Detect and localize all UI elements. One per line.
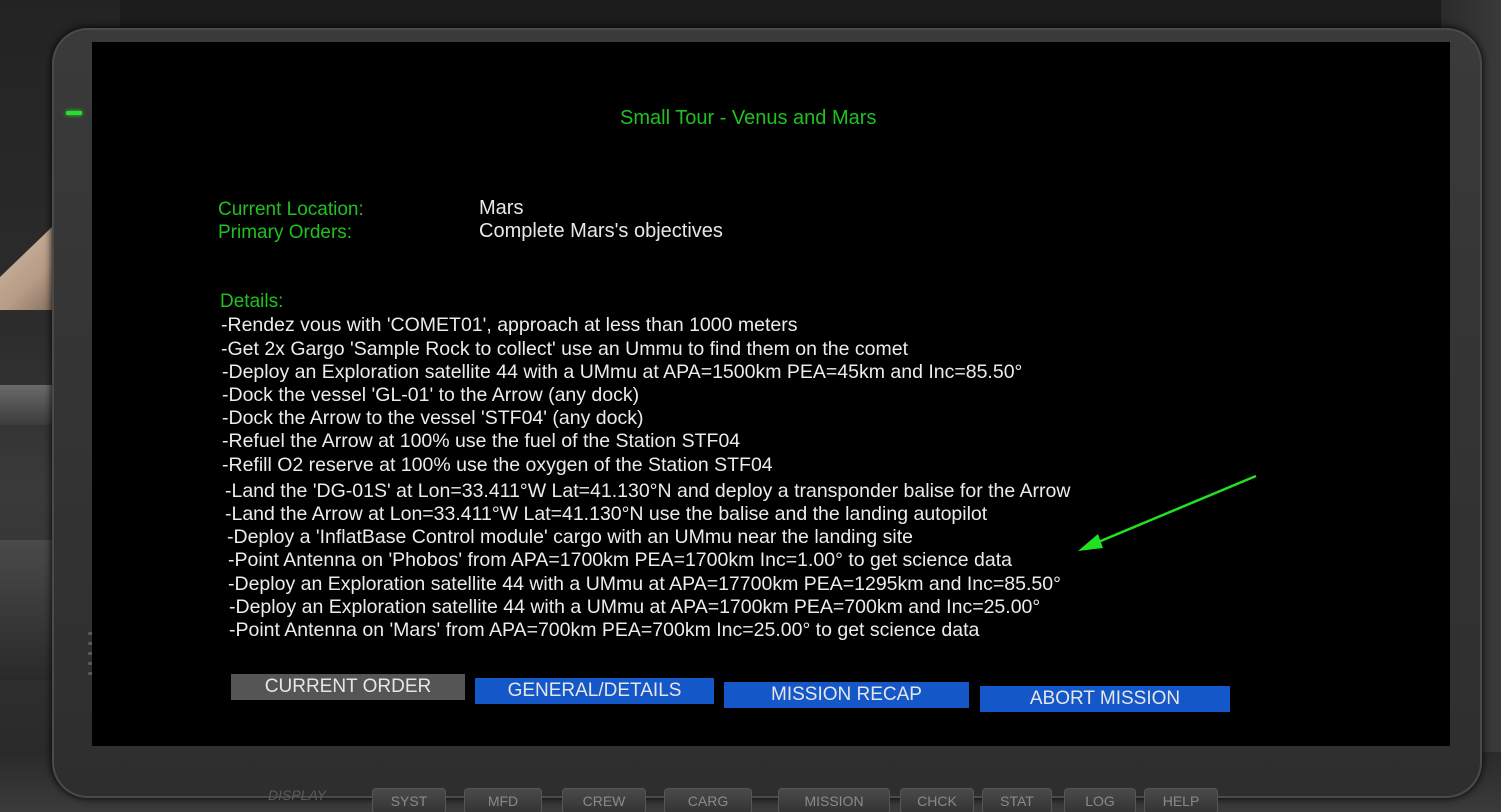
current-location-label: Current Location: [218, 199, 364, 220]
key-mission[interactable]: MISSION [778, 788, 890, 812]
details-line: -Refill O2 reserve at 100% use the oxyge… [222, 454, 773, 476]
mission-recap-button[interactable]: MISSION RECAP [724, 682, 969, 708]
primary-orders-label: Primary Orders: [218, 222, 353, 243]
key-crew[interactable]: CREW [562, 788, 646, 812]
general-details-button[interactable]: GENERAL/DETAILS [475, 678, 714, 704]
key-help[interactable]: HELP [1144, 788, 1218, 812]
key-syst[interactable]: SYST [372, 788, 446, 812]
details-line: -Refuel the Arrow at 100% use the fuel o… [222, 430, 741, 452]
details-line: -Dock the vessel 'GL-01' to the Arrow (a… [222, 384, 640, 406]
details-line: -Deploy an Exploration satellite 44 with… [228, 573, 1061, 595]
arrow-icon [1078, 474, 1257, 551]
details-line: -Point Antenna on 'Mars' from APA=700km … [229, 619, 980, 641]
details-line: -Rendez vous with 'COMET01', approach at… [221, 314, 798, 336]
key-stat[interactable]: STAT [982, 788, 1052, 812]
details-line: -Deploy a 'InflatBase Control module' ca… [227, 526, 913, 548]
primary-orders-value: Complete Mars's objectives [479, 220, 723, 242]
details-line: -Deploy an Exploration satellite 44 with… [222, 361, 1023, 383]
display-label: DISPLAY [268, 787, 327, 803]
key-carg[interactable]: CARG [664, 788, 752, 812]
current-location-value: Mars [479, 197, 524, 219]
details-line: -Land the Arrow at Lon=33.411°W Lat=41.1… [225, 503, 988, 525]
details-line: -Deploy an Exploration satellite 44 with… [229, 596, 1041, 618]
key-log[interactable]: LOG [1064, 788, 1136, 812]
details-line: -Point Antenna on 'Phobos' from APA=1700… [228, 549, 1013, 571]
details-heading: Details: [220, 291, 284, 312]
key-mfd[interactable]: MFD [464, 788, 542, 812]
details-line: -Dock the Arrow to the vessel 'STF04' (a… [222, 407, 644, 429]
abort-mission-button[interactable]: ABORT MISSION [980, 686, 1230, 712]
details-line: -Land the 'DG-01S' at Lon=33.411°W Lat=4… [225, 480, 1071, 502]
current-order-button[interactable]: CURRENT ORDER [231, 674, 465, 700]
page-title: Small Tour - Venus and Mars [620, 107, 877, 129]
power-led-icon [66, 111, 82, 115]
details-line: -Get 2x Gargo 'Sample Rock to collect' u… [221, 338, 909, 360]
key-chck[interactable]: CHCK [900, 788, 974, 812]
